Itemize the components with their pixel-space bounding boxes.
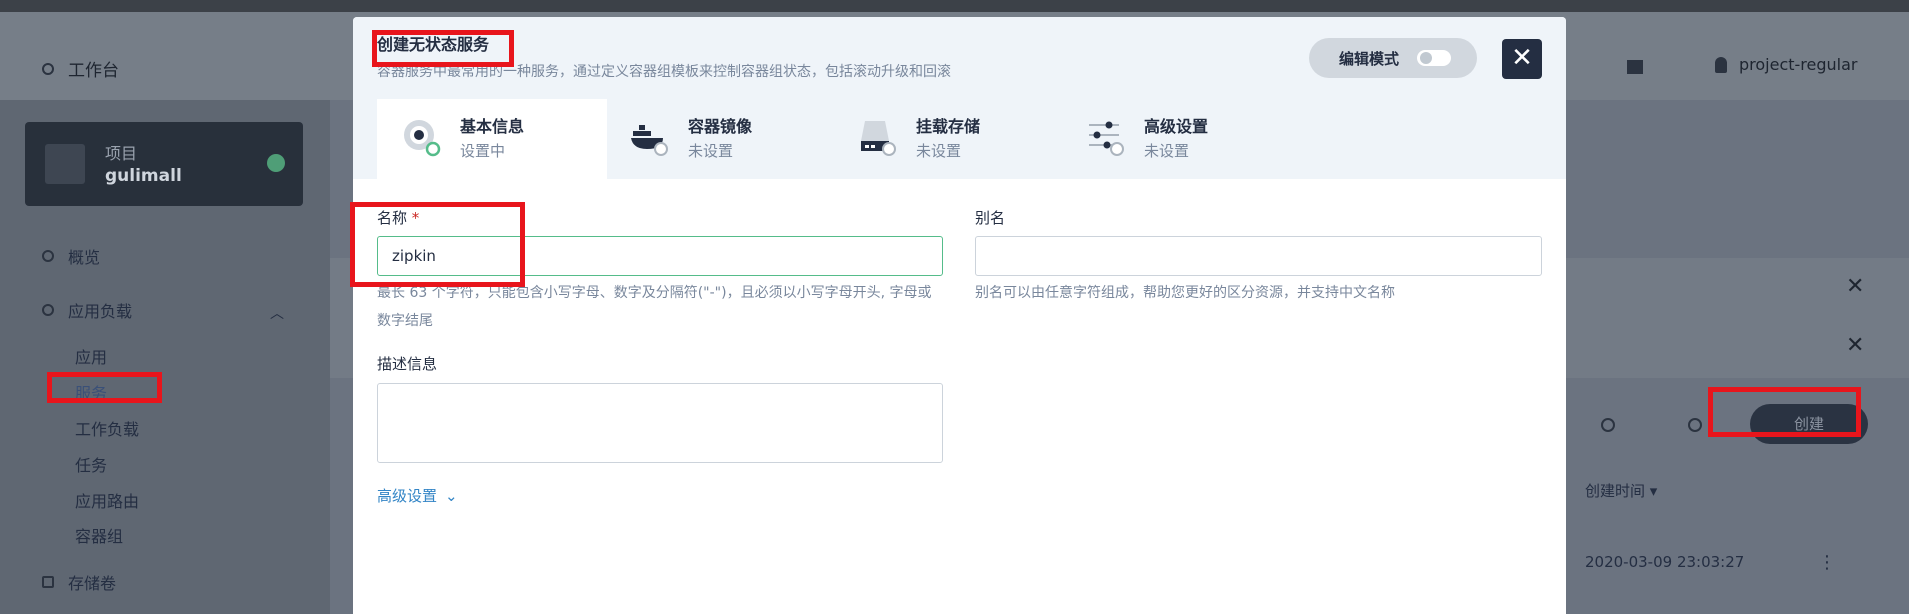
alias-label: 别名 <box>975 209 1006 227</box>
tab-label: 挂载存储 <box>916 117 981 136</box>
tab-label: 高级设置 <box>1144 117 1209 136</box>
modal-header: 创建无状态服务 容器服务中最常用的一种服务，通过定义容器组模板来控制容器组状态，… <box>353 17 1566 99</box>
chevron-down-icon: ⌄ <box>445 486 458 505</box>
tab-status: 未设置 <box>1144 142 1190 160</box>
tab-basic-info[interactable]: 基本信息 设置中 <box>377 99 607 179</box>
sidebar-item-pods[interactable]: 容器组 <box>75 523 123 547</box>
tab-container-image[interactable]: 容器镜像 未设置 <box>605 99 835 179</box>
project-kind-label: 项目 <box>105 144 138 163</box>
sliders-icon <box>1089 121 1124 156</box>
project-status-icon <box>267 154 285 172</box>
name-input[interactable] <box>377 236 943 276</box>
table-cell-created: 2020-03-09 23:03:27 <box>1585 553 1745 571</box>
description-label: 描述信息 <box>377 355 438 373</box>
advanced-settings-label: 高级设置 <box>377 487 438 505</box>
column-label: 创建时间 <box>1585 482 1646 500</box>
workbench-link[interactable]: 工作台 <box>42 56 119 81</box>
info-disc-icon <box>404 120 441 157</box>
storage-icon <box>42 576 54 588</box>
edit-mode-toggle[interactable]: 编辑模式 <box>1309 38 1477 78</box>
project-icon <box>45 144 85 184</box>
sidebar-item-label: 应用负载 <box>68 302 133 321</box>
advanced-settings-link[interactable]: 高级设置 ⌄ <box>377 485 458 506</box>
sidebar-item-services[interactable]: 服务 <box>75 380 107 404</box>
storage-disk-icon <box>861 121 896 156</box>
tab-label: 基本信息 <box>460 117 525 136</box>
name-hint: 最长 63 个字符，只能包含小写字母、数字及分隔符("-")，且必须以小写字母开… <box>377 285 932 329</box>
create-button[interactable]: 创建 <box>1750 404 1868 444</box>
sidebar-item-label: 概览 <box>68 248 101 267</box>
modal-title: 创建无状态服务 <box>377 35 490 54</box>
sidebar-item-apps[interactable]: 应用 <box>75 344 107 368</box>
docker-whale-icon <box>631 125 668 156</box>
user-icon <box>1715 56 1727 73</box>
close-icon[interactable]: ✕ <box>1846 333 1864 358</box>
project-name: gulimall <box>105 166 182 186</box>
create-service-modal: 创建无状态服务 容器服务中最常用的一种服务，通过定义容器组模板来控制容器组状态，… <box>353 17 1566 614</box>
refresh-icon[interactable] <box>1601 418 1615 432</box>
tab-label: 容器镜像 <box>688 117 753 136</box>
toggle-switch[interactable] <box>1417 50 1452 66</box>
sidebar-item-storage[interactable]: 存储卷 <box>42 570 116 594</box>
sidebar-item-workloads[interactable]: 工作负载 <box>75 416 139 440</box>
workbench-label: 工作台 <box>68 61 119 81</box>
table-header-created[interactable]: 创建时间 ▾ <box>1585 480 1657 501</box>
sidebar: 项目 gulimall <box>0 100 330 614</box>
tab-advanced[interactable]: 高级设置 未设置 <box>1061 99 1291 179</box>
tab-status: 设置中 <box>460 142 506 160</box>
sidebar-group-workloads[interactable]: 应用负载 <box>42 298 132 322</box>
required-mark: * <box>411 209 420 227</box>
user-name: project-regular <box>1739 55 1858 74</box>
tab-status: 未设置 <box>688 142 734 160</box>
name-label-text: 名称 <box>377 209 408 227</box>
docs-icon[interactable] <box>1627 60 1643 74</box>
project-card[interactable]: 项目 gulimall <box>25 122 303 206</box>
step-tabs: 基本信息 设置中 容器镜像 未设置 挂载存储 未设置 高级设置 未设置 <box>353 99 1566 179</box>
edit-mode-label: 编辑模式 <box>1339 49 1400 68</box>
workbench-icon <box>42 62 54 75</box>
alias-hint: 别名可以由任意字符组成，帮助您更好的区分资源，并支持中文名称 <box>975 285 1395 301</box>
tab-storage[interactable]: 挂载存储 未设置 <box>833 99 1063 179</box>
gear-icon[interactable] <box>1688 418 1702 432</box>
description-textarea[interactable] <box>377 383 943 463</box>
close-button[interactable]: ✕ <box>1502 39 1542 79</box>
user-menu[interactable]: project-regular <box>1715 55 1858 74</box>
name-label: 名称 * <box>377 207 419 228</box>
overview-icon <box>42 250 54 262</box>
layers-icon <box>42 304 54 316</box>
tab-status: 未设置 <box>916 142 962 160</box>
close-icon[interactable]: ✕ <box>1846 274 1864 299</box>
sidebar-item-label: 存储卷 <box>68 574 117 593</box>
close-icon: ✕ <box>1511 43 1533 73</box>
alias-input[interactable] <box>975 236 1542 276</box>
modal-description: 容器服务中最常用的一种服务，通过定义容器组模板来控制容器组状态，包括滚动升级和回… <box>377 64 951 80</box>
sidebar-item-jobs[interactable]: 任务 <box>75 452 107 476</box>
chevron-up-icon[interactable]: ︿ <box>270 303 284 323</box>
sidebar-item-routes[interactable]: 应用路由 <box>75 488 139 512</box>
more-icon[interactable]: ⋮ <box>1818 552 1836 573</box>
sidebar-item-overview[interactable]: 概览 <box>42 244 100 268</box>
